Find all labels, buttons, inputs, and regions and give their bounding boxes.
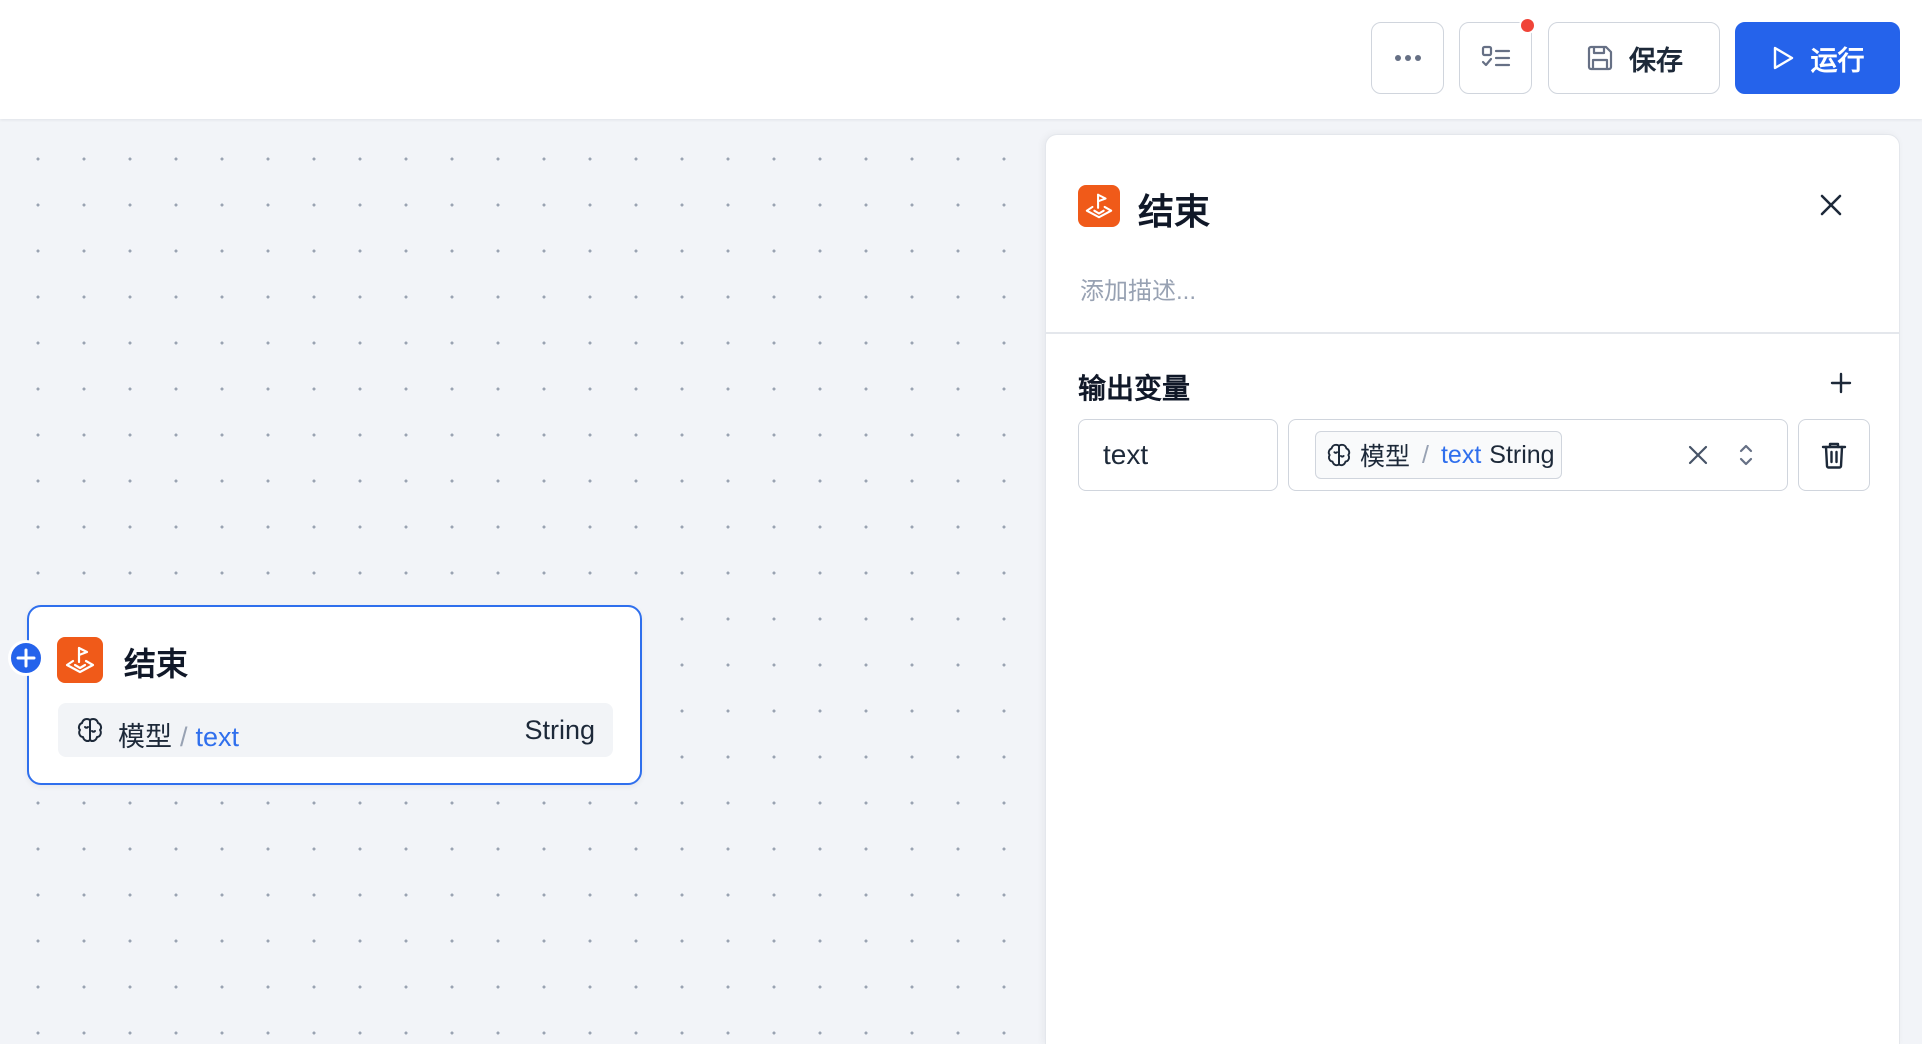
checklist-button[interactable] bbox=[1459, 17, 1536, 94]
node-output-separator: / bbox=[180, 722, 188, 752]
brain-icon bbox=[76, 716, 104, 744]
panel-title[interactable]: 结束 bbox=[1138, 183, 1210, 235]
close-icon bbox=[1818, 192, 1844, 218]
clear-reference-icon[interactable] bbox=[1683, 440, 1713, 470]
chevron-up-down-icon[interactable] bbox=[1731, 440, 1761, 470]
play-icon bbox=[1771, 45, 1795, 71]
node-config-panel: 结束 添加描述... 输出变量 模型 / text String bbox=[1045, 134, 1900, 1044]
trash-icon bbox=[1820, 440, 1848, 470]
add-output-variable-button[interactable] bbox=[1825, 367, 1857, 399]
node-output-row: 模型 / text String bbox=[58, 703, 613, 757]
output-variables-title: 输出变量 bbox=[1078, 373, 1191, 404]
more-horizontal-icon bbox=[1394, 54, 1422, 62]
delete-output-variable-button[interactable] bbox=[1798, 419, 1870, 491]
output-variable-reference-select[interactable]: 模型 / text String bbox=[1288, 419, 1788, 491]
node-output-source: 模型 bbox=[118, 722, 172, 752]
plus-icon bbox=[16, 648, 36, 668]
reference-variable: text bbox=[1440, 440, 1482, 469]
description-input[interactable]: 添加描述... bbox=[1080, 271, 1196, 306]
more-options-button[interactable] bbox=[1371, 22, 1444, 94]
end-flag-icon bbox=[57, 637, 103, 683]
workflow-canvas[interactable] bbox=[0, 119, 1045, 1044]
node-output-type: String bbox=[524, 715, 595, 745]
save-button[interactable]: 保存 bbox=[1548, 22, 1720, 94]
output-variable-name-input[interactable] bbox=[1078, 419, 1278, 491]
panel-divider bbox=[1046, 332, 1899, 334]
plus-icon bbox=[1829, 371, 1853, 395]
node-output-variable: text bbox=[195, 722, 240, 752]
end-node[interactable]: 结束 模型 / text String bbox=[27, 605, 642, 785]
brain-icon bbox=[1326, 442, 1352, 468]
run-button-label: 运行 bbox=[1810, 45, 1865, 76]
reference-tag: 模型 / text String bbox=[1315, 431, 1562, 479]
run-button[interactable]: 运行 bbox=[1735, 22, 1900, 94]
reference-separator: / bbox=[1422, 440, 1429, 469]
node-add-handle[interactable] bbox=[8, 640, 44, 676]
reference-type: String bbox=[1489, 440, 1555, 469]
node-output-ref: 模型 / text bbox=[118, 715, 239, 754]
notification-badge bbox=[1519, 17, 1536, 34]
save-button-label: 保存 bbox=[1629, 45, 1683, 76]
end-flag-icon bbox=[1078, 185, 1120, 227]
node-title: 结束 bbox=[124, 646, 189, 682]
top-toolbar: 保存 运行 bbox=[0, 0, 1922, 119]
reference-source: 模型 bbox=[1360, 443, 1411, 471]
save-disk-icon bbox=[1585, 43, 1615, 73]
close-panel-button[interactable] bbox=[1815, 189, 1847, 221]
checklist-icon bbox=[1481, 45, 1511, 71]
